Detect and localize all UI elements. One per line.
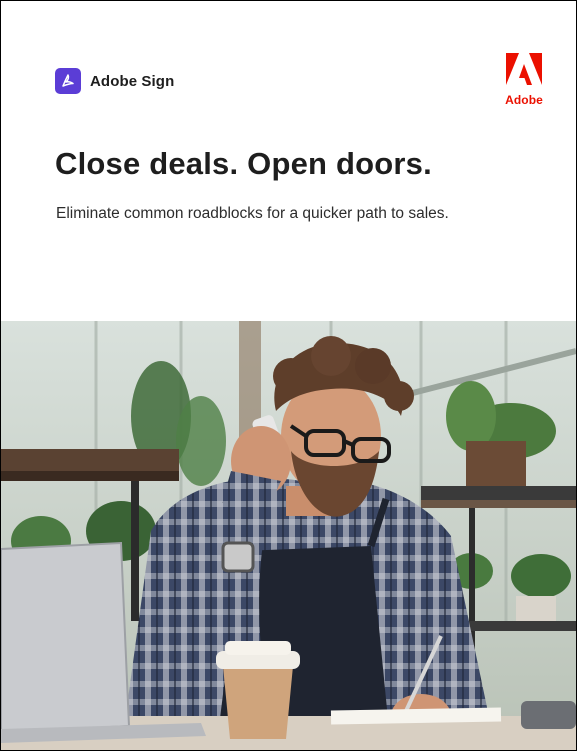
product-name: Adobe Sign	[90, 72, 175, 90]
subheadline: Eliminate common roadblocks for a quicke…	[56, 205, 449, 222]
product-brand: Adobe Sign	[55, 68, 174, 94]
document-cover: Adobe Sign Adobe Close deals. Open doors…	[0, 0, 577, 751]
headline: Close deals. Open doors.	[55, 146, 432, 181]
adobe-logo-icon	[506, 53, 542, 85]
adobe-sign-icon	[55, 68, 81, 94]
hero-photo	[1, 321, 576, 750]
adobe-wordmark: Adobe	[505, 93, 543, 107]
adobe-logo: Adobe	[503, 53, 545, 107]
